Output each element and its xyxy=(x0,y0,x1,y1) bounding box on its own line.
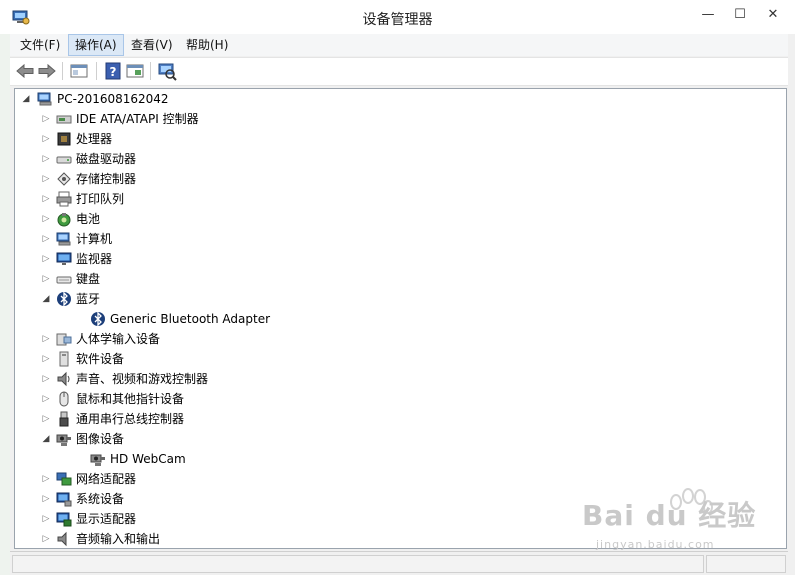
expand-arrow-icon[interactable]: ▷ xyxy=(41,109,51,129)
expand-arrow-icon[interactable]: ▷ xyxy=(41,469,51,489)
device-label: 打印队列 xyxy=(76,192,125,206)
expand-arrow-icon[interactable]: ▷ xyxy=(41,489,51,509)
device-label: 蓝牙 xyxy=(76,292,101,306)
collapse-arrow-icon[interactable]: ◢ xyxy=(21,89,31,109)
toolbar-separator xyxy=(96,62,97,80)
mouse-icon xyxy=(59,391,69,407)
device-label: 计算机 xyxy=(76,232,113,246)
device-label: 人体学输入设备 xyxy=(76,332,161,346)
toolbar-separator xyxy=(150,62,151,80)
expand-arrow-icon[interactable]: ▷ xyxy=(41,409,51,429)
collapse-arrow-icon[interactable]: ◢ xyxy=(41,429,51,449)
hid-icon xyxy=(56,333,72,346)
status-cell xyxy=(706,555,786,573)
device-label: HD WebCam xyxy=(110,452,186,466)
device-label: 系统设备 xyxy=(76,492,125,506)
menu-action[interactable]: 操作(A) xyxy=(68,34,124,56)
processor-icon xyxy=(57,132,71,146)
expand-arrow-icon[interactable]: ▷ xyxy=(41,329,51,349)
expand-arrow-icon[interactable]: ▷ xyxy=(41,349,51,369)
device-label: 软件设备 xyxy=(76,352,125,366)
device-label: Generic Bluetooth Adapter xyxy=(110,312,271,326)
computer-icon xyxy=(37,92,52,106)
status-cell xyxy=(12,555,704,573)
device-label: IDE ATA/ATAPI 控制器 xyxy=(76,112,199,126)
display-adapter-icon xyxy=(56,512,72,527)
device-label: 声音、视频和游戏控制器 xyxy=(76,372,209,386)
audio-io-icon xyxy=(57,531,67,547)
svg-text:?: ? xyxy=(110,65,117,79)
device-label: 图像设备 xyxy=(76,432,125,446)
expand-arrow-icon[interactable]: ▷ xyxy=(41,169,51,189)
speaker-icon xyxy=(57,371,70,387)
ide-controller-icon xyxy=(56,115,72,124)
minimize-button[interactable]: — xyxy=(690,3,726,27)
device-label: 处理器 xyxy=(76,132,113,146)
window-title: 设备管理器 xyxy=(362,12,433,28)
bluetooth-icon xyxy=(57,291,71,307)
computer-icon xyxy=(56,232,71,246)
device-label: 电池 xyxy=(76,212,101,226)
expand-arrow-icon[interactable]: ▷ xyxy=(41,389,51,409)
forward-icon[interactable] xyxy=(36,61,58,81)
scan-hardware-icon[interactable] xyxy=(156,61,178,81)
collapse-arrow-icon[interactable]: ◢ xyxy=(41,289,51,309)
status-bar xyxy=(10,551,788,574)
printer-icon xyxy=(56,191,72,207)
battery-icon xyxy=(57,213,71,227)
menu-help[interactable]: 帮助(H) xyxy=(180,34,234,56)
help-icon[interactable]: ? xyxy=(102,61,124,81)
menu-file[interactable]: 文件(F) xyxy=(14,34,66,56)
usb-icon xyxy=(59,411,69,427)
device-label: 网络适配器 xyxy=(76,472,137,486)
device-label: 显示适配器 xyxy=(76,512,137,526)
expand-arrow-icon[interactable]: ▷ xyxy=(41,509,51,529)
background-edge xyxy=(0,34,10,575)
device-label: 监视器 xyxy=(76,252,113,266)
device-label: 键盘 xyxy=(76,272,101,286)
device-label: 音频输入和输出 xyxy=(76,532,161,546)
device-tree[interactable]: ◢ PC-201608162042 ▷ IDE ATA/ATAPI 控制器 ▷ 处理器… xyxy=(14,88,787,549)
network-icon xyxy=(56,472,72,486)
camera-icon xyxy=(56,434,71,446)
keyboard-icon xyxy=(56,276,72,284)
toolbar-separator xyxy=(62,62,63,80)
title-bar[interactable]: 设备管理器 — ☐ ✕ xyxy=(0,0,795,34)
expand-arrow-icon[interactable]: ▷ xyxy=(41,249,51,269)
device-label: 通用串行总线控制器 xyxy=(76,412,185,426)
monitor-icon xyxy=(56,252,72,265)
close-icon: ✕ xyxy=(767,7,779,22)
menu-bar: 文件(F) 操作(A) 查看(V) 帮助(H) xyxy=(10,34,788,56)
expand-arrow-icon[interactable]: ▷ xyxy=(41,129,51,149)
expand-arrow-icon[interactable]: ▷ xyxy=(41,529,51,548)
expand-arrow-icon[interactable]: ▷ xyxy=(41,209,51,229)
device-label: 鼠标和其他指针设备 xyxy=(76,392,185,406)
bluetooth-icon xyxy=(91,311,105,327)
close-button[interactable]: ✕ xyxy=(752,3,794,27)
camera-icon xyxy=(90,454,105,466)
expand-arrow-icon[interactable]: ▷ xyxy=(41,369,51,389)
storage-controller-icon xyxy=(57,172,71,186)
disk-drive-icon xyxy=(56,156,72,164)
toolbar: ? xyxy=(10,57,788,86)
software-device-icon xyxy=(59,351,69,367)
maximize-icon: ☐ xyxy=(734,7,746,22)
show-hide-tree-icon[interactable] xyxy=(68,61,90,81)
device-label: 磁盘驱动器 xyxy=(76,152,137,166)
back-icon[interactable] xyxy=(14,61,36,81)
system-device-icon xyxy=(56,492,72,507)
tree-root-label: PC-201608162042 xyxy=(57,92,169,106)
minimize-icon: — xyxy=(701,7,715,22)
expand-arrow-icon[interactable]: ▷ xyxy=(41,149,51,169)
properties-icon[interactable] xyxy=(124,61,146,81)
expand-arrow-icon[interactable]: ▷ xyxy=(41,189,51,209)
expand-arrow-icon[interactable]: ▷ xyxy=(41,229,51,249)
menu-view[interactable]: 查看(V) xyxy=(125,34,179,56)
expand-arrow-icon[interactable]: ▷ xyxy=(41,269,51,289)
device-label: 存储控制器 xyxy=(76,172,137,186)
device-manager-window: 设备管理器 — ☐ ✕ 文件(F) 操作(A) 查看(V) 帮助(H) ? ◢ … xyxy=(0,0,795,575)
